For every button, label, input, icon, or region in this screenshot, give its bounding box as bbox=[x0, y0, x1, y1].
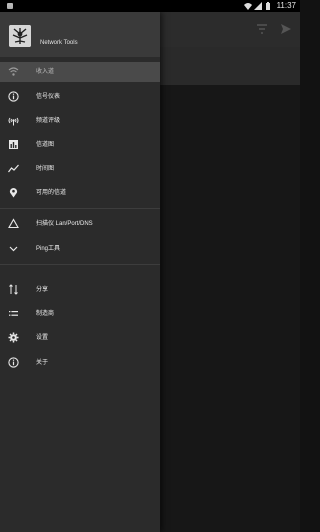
line-chart-icon bbox=[8, 164, 19, 173]
drawer-item-channel-graph[interactable]: 信道图 bbox=[0, 135, 160, 155]
status-time: 11:37 bbox=[276, 1, 296, 10]
drawer-item-label: 关于 bbox=[36, 360, 49, 366]
drawer-header: Network Tools bbox=[0, 12, 160, 57]
drawer-item-label: 可用的信道 bbox=[36, 190, 67, 196]
drawer-item-settings[interactable]: 设置 bbox=[0, 328, 160, 348]
drawer-item-label: 收入道 bbox=[36, 69, 55, 75]
app-name: Network Tools bbox=[40, 40, 78, 46]
drawer-divider bbox=[0, 208, 160, 209]
wifi-status-icon bbox=[244, 3, 252, 10]
gear-icon bbox=[8, 332, 19, 343]
drawer-item-channel-rating[interactable]: 频道评级 bbox=[0, 111, 160, 131]
sort-icon bbox=[9, 284, 18, 295]
signal-icon bbox=[254, 2, 262, 10]
drawer-item-label: 设置 bbox=[36, 335, 49, 341]
info-circle-icon bbox=[8, 357, 19, 368]
drawer-item-label: 扫描仪 Lan/Port/DNS bbox=[36, 221, 93, 227]
drawer-item-available-channels[interactable]: 可用的信道 bbox=[0, 183, 160, 203]
drawer-item-time-graph[interactable]: 时间图 bbox=[0, 159, 160, 179]
drawer-item-manufacturer[interactable]: 制造商 bbox=[0, 304, 160, 324]
navigation-drawer: Network Tools 收入道 信号仪表 频道评级 信道图 时间图 可用的信… bbox=[0, 12, 160, 532]
drawer-item-scanner[interactable]: 扫描仪 Lan/Port/DNS bbox=[0, 214, 160, 234]
drawer-item-label: 信道图 bbox=[36, 142, 55, 148]
drawer-item-label: Ping工具 bbox=[36, 246, 61, 252]
list-icon bbox=[9, 311, 18, 316]
triangle-icon bbox=[8, 218, 19, 229]
drawer-item-label: 分享 bbox=[36, 287, 49, 293]
drawer-divider bbox=[0, 264, 160, 265]
drawer-item-wifi[interactable]: 收入道 bbox=[0, 62, 160, 82]
drawer-item-label: 制造商 bbox=[36, 311, 55, 317]
drawer-item-label: 频道评级 bbox=[36, 118, 61, 124]
location-pin-icon bbox=[9, 188, 18, 198]
android-notification-icon bbox=[7, 3, 13, 9]
drawer-item-signal-meter[interactable]: 信号仪表 bbox=[0, 87, 160, 107]
battery-icon bbox=[266, 2, 270, 10]
chevron-down-icon bbox=[9, 246, 18, 252]
info-circle-icon bbox=[8, 91, 19, 102]
bar-chart-icon bbox=[9, 140, 18, 149]
send-icon[interactable] bbox=[280, 23, 292, 35]
drawer-item-label: 时间图 bbox=[36, 166, 55, 172]
drawer-item-about[interactable]: 关于 bbox=[0, 353, 160, 373]
app-screen: 11:37 Network Tools 收入道 信号仪表 频道评级 信道图 时间… bbox=[0, 0, 300, 532]
drawer-item-share[interactable]: 分享 bbox=[0, 280, 160, 300]
status-bar: 11:37 bbox=[0, 0, 300, 12]
hotspot-icon bbox=[8, 117, 19, 126]
wifi-icon bbox=[8, 67, 19, 76]
filter-icon[interactable] bbox=[256, 23, 268, 35]
drawer-item-label: 信号仪表 bbox=[36, 94, 61, 100]
app-logo bbox=[9, 25, 31, 47]
drawer-item-ping-tool[interactable]: Ping工具 bbox=[0, 239, 160, 259]
